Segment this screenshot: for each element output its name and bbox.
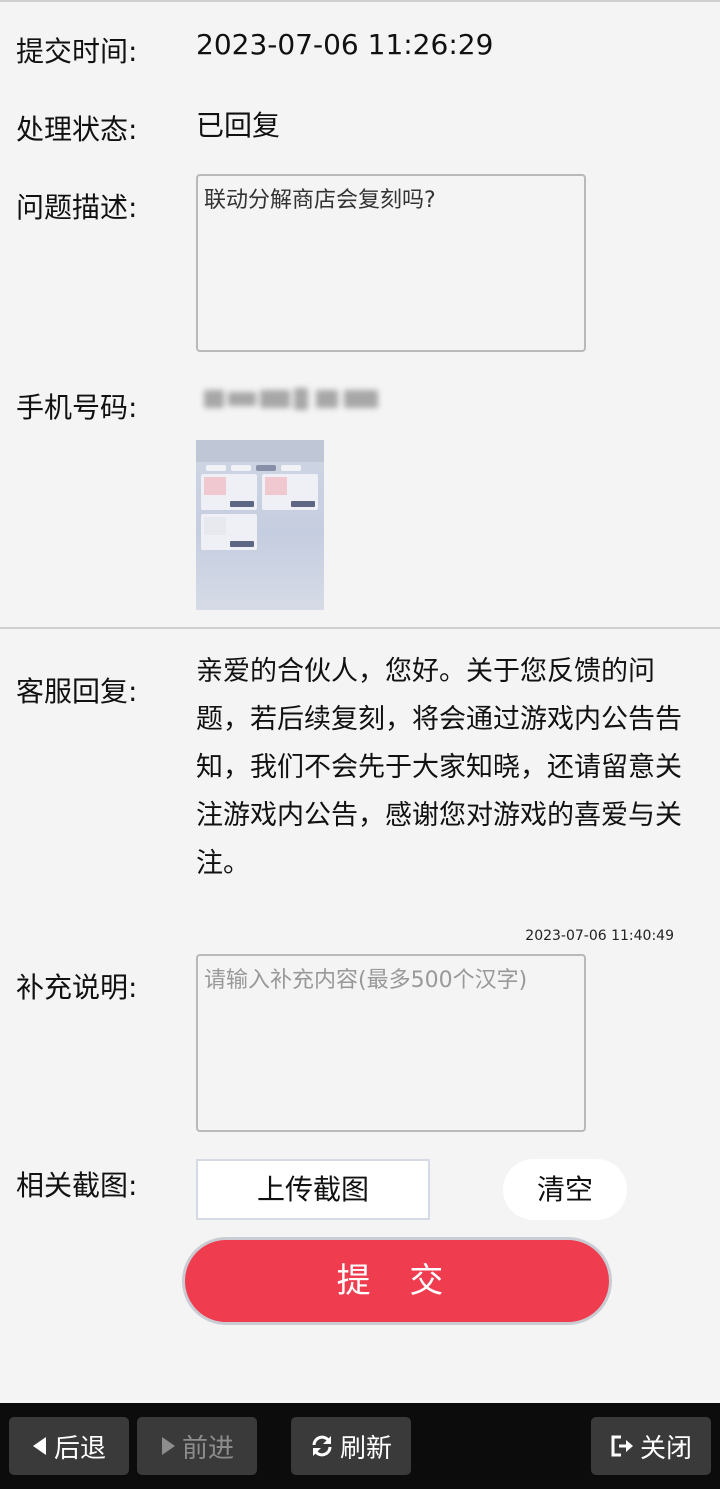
description-label: 问题描述: <box>16 191 138 224</box>
refresh-icon <box>310 1434 334 1458</box>
supplement-label: 补充说明: <box>16 971 138 1004</box>
back-button[interactable]: 后退 <box>9 1417 129 1475</box>
reply-label: 客服回复: <box>16 675 138 708</box>
phone-label: 手机号码: <box>16 391 138 424</box>
exit-icon <box>610 1434 634 1458</box>
screenshot-label: 相关截图: <box>16 1169 138 1202</box>
refresh-label: 刷新 <box>339 1433 392 1464</box>
close-button[interactable]: 关闭 <box>591 1417 711 1475</box>
description-box: 联动分解商店会复刻吗? <box>196 174 586 352</box>
supplement-input[interactable] <box>196 954 586 1132</box>
back-arrow-icon <box>32 1436 48 1456</box>
clear-button[interactable]: 清空 <box>503 1159 627 1220</box>
section-divider <box>0 627 720 629</box>
submit-time-value: 2023-07-06 11:26:29 <box>196 28 494 61</box>
upload-screenshot-button[interactable]: 上传截图 <box>196 1159 430 1220</box>
status-value: 已回复 <box>196 109 281 142</box>
top-divider <box>0 0 720 2</box>
phone-number-redacted <box>196 378 396 420</box>
status-label: 处理状态: <box>16 113 138 146</box>
bottom-toolbar: 后退 前进 刷新 关闭 <box>0 1403 720 1489</box>
reply-text: 亲爱的合伙人，您好。关于您反馈的问题，若后续复刻，将会通过游戏内公告告知，我们不… <box>196 656 682 879</box>
forward-arrow-icon <box>160 1436 176 1456</box>
forward-label: 前进 <box>181 1433 234 1464</box>
reply-time: 2023-07-06 11:40:49 <box>525 928 674 944</box>
forward-button[interactable]: 前进 <box>137 1417 257 1475</box>
attached-screenshot-thumbnail[interactable] <box>196 440 324 610</box>
submit-button[interactable]: 提 交 <box>182 1237 612 1325</box>
refresh-button[interactable]: 刷新 <box>291 1417 411 1475</box>
back-label: 后退 <box>53 1433 106 1464</box>
submit-time-label: 提交时间: <box>16 35 138 68</box>
close-label: 关闭 <box>639 1433 692 1464</box>
